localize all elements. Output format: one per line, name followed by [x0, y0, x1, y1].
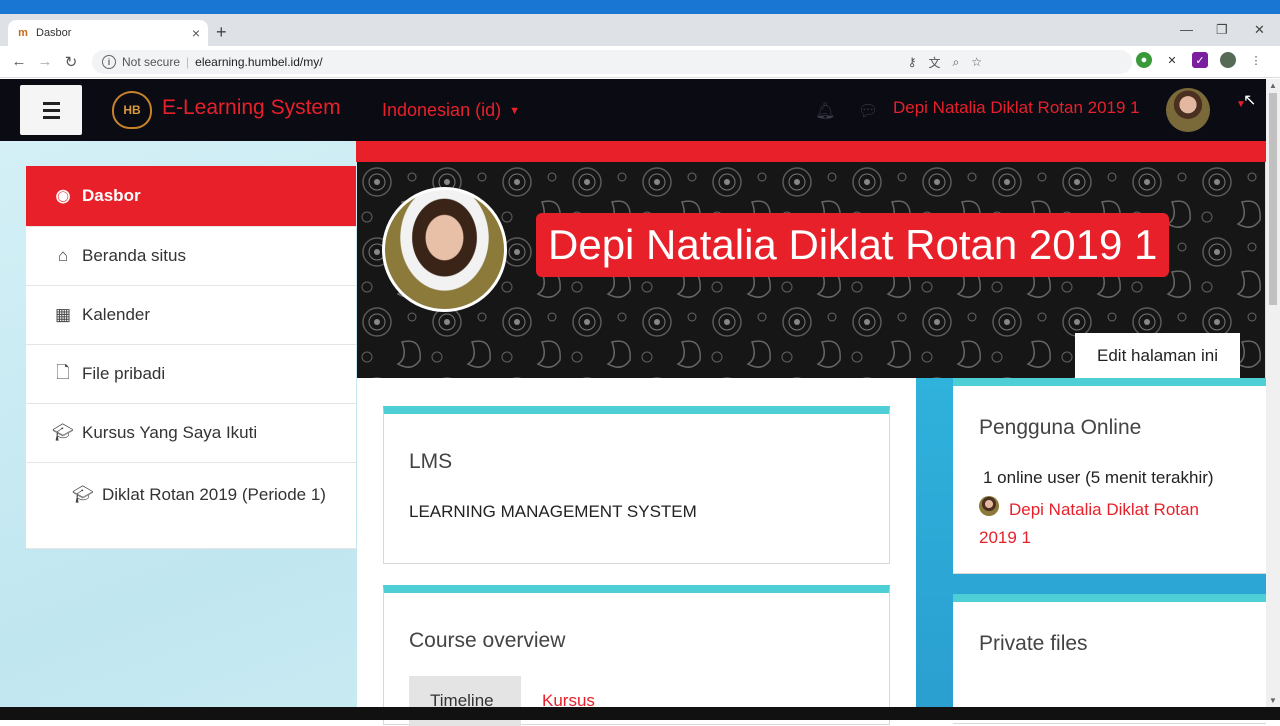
user-menu-name[interactable]: Depi Natalia Diklat Rotan 2019 1 — [893, 98, 1140, 118]
scrollbar-thumb[interactable] — [1269, 93, 1277, 305]
course-overview-block: Course overview Timeline Kursus — [383, 585, 890, 726]
back-icon[interactable]: ← — [6, 53, 32, 70]
sidebar-item-kalender[interactable]: ▦ Kalender — [26, 286, 356, 345]
notification-bell-icon[interactable]: 🔔︎ — [815, 101, 835, 121]
private-files-title: Private files — [979, 632, 1088, 655]
browser-tab[interactable]: m Dasbor × — [8, 20, 208, 46]
online-users-block: Pengguna Online 1 online user (5 menit t… — [953, 378, 1266, 574]
course-overview-title: Course overview — [409, 629, 566, 652]
close-tab-icon[interactable]: × — [192, 25, 200, 41]
scroll-down-icon[interactable]: ▼ — [1269, 696, 1277, 705]
profile-avatar-icon[interactable] — [1220, 52, 1236, 68]
sidebar-item-dasbor[interactable]: ◉ Dasbor — [26, 166, 356, 227]
user-avatar[interactable] — [1166, 88, 1210, 132]
close-window-icon[interactable]: ✕ — [1254, 22, 1265, 38]
sidebar-item-file-pribadi[interactable]: 🗋 File pribadi — [26, 345, 356, 404]
caret-down-icon: ▼ — [509, 105, 520, 117]
sidebar-item-kursus[interactable]: 🎓︎ Kursus Yang Saya Ikuti — [26, 404, 356, 463]
sidebar-item-label: File pribadi — [82, 364, 166, 383]
private-files-block: Private files — [953, 594, 1266, 724]
language-menu[interactable]: Indonesian (id) ▼ — [382, 100, 520, 121]
scroll-up-icon[interactable]: ▲ — [1269, 81, 1277, 90]
graduation-cap-icon: 🎓︎ — [72, 485, 94, 504]
edit-page-button[interactable]: Edit halaman ini — [1075, 333, 1240, 378]
page-scrollbar[interactable]: ▲ ▼ — [1266, 79, 1280, 707]
sidebar-item-label: Kalender — [82, 305, 151, 324]
sidebar-item-label: Diklat Rotan 2019 (Periode 1) — [102, 485, 326, 504]
sidebar-item-label: Beranda situs — [82, 246, 186, 265]
browser-tab-bar: m Dasbor × + — ❐ ✕ — [0, 14, 1280, 46]
mouse-cursor-icon: ↖ — [1243, 92, 1257, 109]
restore-icon[interactable]: ❐ — [1216, 22, 1228, 38]
calendar-icon: ▦ — [54, 305, 72, 324]
dashboard-icon: ◉ — [55, 186, 71, 205]
bookmark-star-icon[interactable]: ☆ — [971, 55, 982, 69]
browser-toolbar: ← → ↻ i Not secure | elearning.humbel.id… — [0, 46, 1280, 78]
extension-purple-icon[interactable]: ✓ — [1192, 52, 1208, 68]
site-navbar: HB E-Learning System Indonesian (id) ▼ 🔔︎… — [0, 79, 1266, 141]
minimize-icon[interactable]: — — [1180, 22, 1193, 37]
site-brand[interactable]: E-Learning System — [162, 96, 341, 120]
sidebar-item-course[interactable]: 🎓︎ Diklat Rotan 2019 (Periode 1) — [26, 463, 356, 549]
online-user-link[interactable]: Depi Natalia Diklat Rotan 2019 1 — [979, 496, 1239, 552]
sidebar-item-beranda[interactable]: ⌂ Beranda situs — [26, 227, 356, 286]
profile-picture — [382, 187, 507, 312]
security-label: Not secure — [122, 55, 181, 69]
taskbar-edge — [0, 707, 1280, 720]
forward-icon[interactable]: → — [32, 53, 58, 70]
home-icon: ⌂ — [57, 246, 69, 265]
extension-globe-icon[interactable]: ● — [1136, 52, 1152, 68]
url-text: elearning.humbel.id/my/ — [195, 55, 323, 69]
menu-toggle-button[interactable] — [20, 85, 82, 135]
lms-block-title: LMS — [409, 450, 453, 473]
graduation-cap-icon: 🎓︎ — [52, 423, 74, 442]
tab-title: Dasbor — [36, 27, 72, 39]
browser-menu-icon[interactable]: ⋮ — [1248, 52, 1264, 68]
lms-block: LMS LEARNING MANAGEMENT SYSTEM — [383, 406, 890, 564]
moodle-icon: m — [18, 27, 28, 39]
header-accent-bar — [356, 141, 1266, 162]
key-icon[interactable]: ⚷ — [908, 55, 917, 69]
file-icon: 🗋 — [56, 362, 70, 382]
nav-drawer: ◉ Dasbor ⌂ Beranda situs ▦ Kalender 🗋 Fi… — [26, 166, 356, 549]
messages-icon[interactable]: 💬︎ — [858, 101, 878, 121]
url-separator: | — [186, 55, 190, 69]
sidebar-item-label: Dasbor — [82, 186, 141, 205]
window-top-stripe — [0, 0, 1280, 14]
sidebar-item-label: Kursus Yang Saya Ikuti — [82, 423, 258, 442]
language-label: Indonesian (id) — [382, 100, 502, 120]
site-logo[interactable]: HB — [112, 91, 152, 129]
lms-block-text: LEARNING MANAGEMENT SYSTEM — [409, 502, 697, 521]
online-users-summary: 1 online user (5 menit terakhir) — [983, 468, 1214, 487]
translate-icon[interactable]: 文 — [928, 54, 940, 71]
zoom-icon[interactable]: ⌕ — [953, 55, 960, 70]
new-tab-button[interactable]: + — [216, 22, 227, 43]
address-bar[interactable]: i Not secure | elearning.humbel.id/my/ ⚷… — [92, 50, 1132, 74]
profile-full-name: Depi Natalia Diklat Rotan 2019 1 — [536, 213, 1170, 277]
online-users-title: Pengguna Online — [979, 416, 1142, 439]
extension-x-icon[interactable]: ✕ — [1164, 52, 1180, 68]
reload-icon[interactable]: ↻ — [58, 53, 84, 71]
info-icon[interactable]: i — [102, 55, 116, 69]
